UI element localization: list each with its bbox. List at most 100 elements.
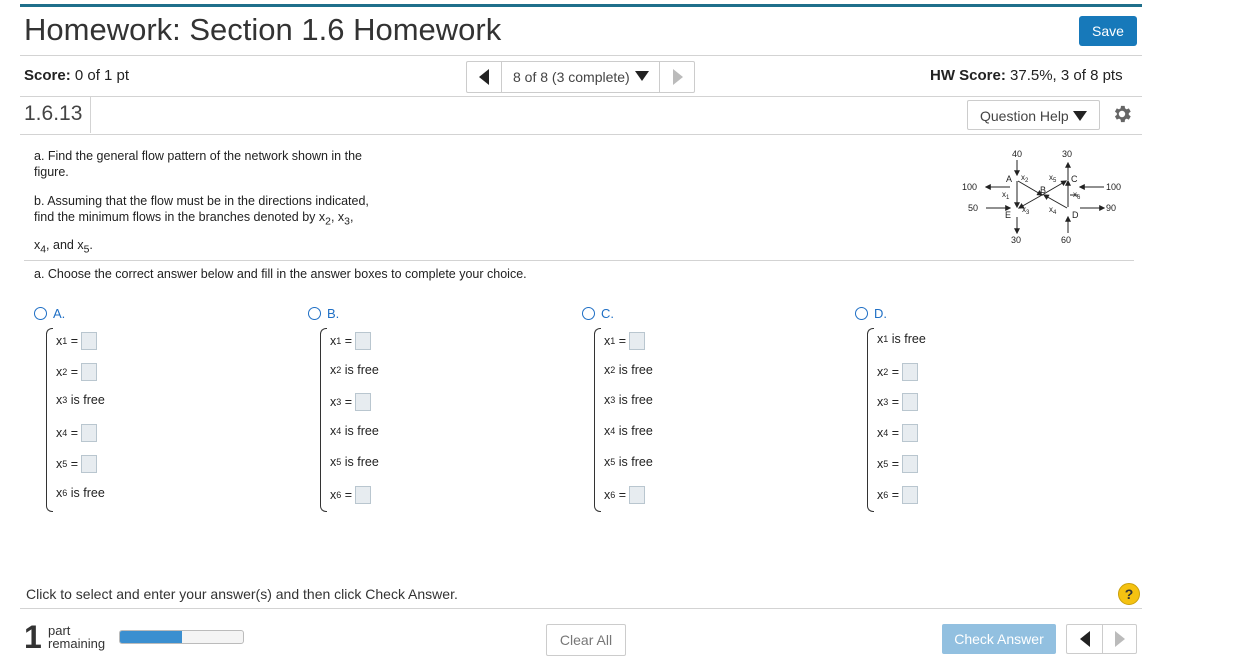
answer-input-box[interactable] <box>902 393 919 411</box>
answer-input-box[interactable] <box>81 424 98 442</box>
equation-row: x1 is free <box>877 332 926 346</box>
answer-input-box[interactable] <box>355 393 372 411</box>
equation-row: x2 = <box>877 363 919 381</box>
option-letter: C. <box>601 306 614 321</box>
question-select-label[interactable]: 8 of 8 (3 complete) <box>513 69 630 85</box>
next-question-button[interactable] <box>659 62 695 92</box>
equation-row: x1 = <box>56 332 98 350</box>
svg-text:x2: x2 <box>1021 173 1029 184</box>
equation-row: x1 = <box>330 332 372 350</box>
question-help-label: Question Help <box>980 108 1069 124</box>
save-button[interactable]: Save <box>1079 16 1137 46</box>
problem-text: figure. <box>34 165 69 179</box>
divider <box>24 260 1134 261</box>
next-question-button[interactable] <box>1103 625 1137 653</box>
caret-down-icon[interactable] <box>635 71 649 81</box>
answer-input-box[interactable] <box>629 332 646 350</box>
system-brace <box>46 328 53 512</box>
option-letter: D. <box>874 306 887 321</box>
answer-input-box[interactable] <box>902 363 919 381</box>
answer-input-box[interactable] <box>81 332 98 350</box>
equation-text: = <box>341 334 353 348</box>
answer-input-box[interactable] <box>355 486 372 504</box>
equation-text: is free <box>341 455 379 469</box>
equation-row: x3 is free <box>56 393 105 407</box>
equation-row: x2 = <box>56 363 98 381</box>
help-icon[interactable]: ? <box>1118 583 1140 605</box>
equation-row: x4 is free <box>604 424 653 438</box>
equation-text: = <box>341 488 353 502</box>
score-value: 0 of 1 pt <box>74 67 130 84</box>
equation-row: x5 is free <box>604 455 653 469</box>
equation-text: is free <box>615 393 653 407</box>
triangle-left-icon <box>1079 631 1090 647</box>
problem-part-a: a. Find the general flow pattern of the … <box>34 148 362 180</box>
equation-text: = <box>888 365 900 379</box>
equation-row: x3 = <box>877 393 919 411</box>
answer-input-box[interactable] <box>902 486 919 504</box>
equation-text: = <box>67 334 79 348</box>
question-number: 1.6.13 <box>24 102 83 125</box>
check-answer-button[interactable]: Check Answer <box>942 624 1056 654</box>
score-label: Score: <box>24 67 71 84</box>
divider <box>90 97 91 133</box>
divider <box>20 96 1142 97</box>
previous-question-button[interactable] <box>1067 625 1103 653</box>
equation-row: x4 = <box>877 424 919 442</box>
equation-row: x3 = <box>330 393 372 411</box>
answer-input-box[interactable] <box>355 332 372 350</box>
equation-row: x5 is free <box>330 455 379 469</box>
previous-question-button[interactable] <box>467 62 502 92</box>
option-letter: A. <box>53 306 66 321</box>
caret-down-icon <box>1073 111 1087 121</box>
parts-remaining-label: part remaining <box>48 624 105 650</box>
radio-button[interactable] <box>34 307 47 320</box>
equation-row: x3 is free <box>604 393 653 407</box>
equation-row: x5 = <box>877 455 919 473</box>
answer-input-box[interactable] <box>902 424 919 442</box>
problem-text: b. Assuming that the flow must be in the… <box>34 194 369 208</box>
hw-score: HW Score: 37.5%, 3 of 8 pts <box>930 67 1123 84</box>
divider <box>20 134 1142 135</box>
radio-button[interactable] <box>308 307 321 320</box>
node-label: E <box>1005 210 1011 220</box>
svg-text:x1: x1 <box>1002 190 1010 201</box>
answer-input-box[interactable] <box>81 455 98 473</box>
equation-row: x2 is free <box>604 363 653 377</box>
svg-text:x6: x6 <box>1073 190 1081 201</box>
svg-text:x5: x5 <box>1049 173 1057 184</box>
footer-navigator <box>1066 624 1137 654</box>
equation-text: is free <box>341 363 379 377</box>
footer-instruction: Click to select and enter your answer(s)… <box>26 586 458 602</box>
option-a[interactable]: A. <box>34 306 65 321</box>
answer-input-box[interactable] <box>629 486 646 504</box>
triangle-left-icon <box>479 69 489 85</box>
problem-part-b: b. Assuming that the flow must be in the… <box>34 194 369 255</box>
equation-text: is free <box>888 332 926 346</box>
option-d[interactable]: D. <box>855 306 887 321</box>
equation-text: = <box>67 457 79 471</box>
option-b[interactable]: B. <box>308 306 339 321</box>
radio-button[interactable] <box>855 307 868 320</box>
hw-score-value: 37.5%, 3 of 8 pts <box>1010 67 1123 84</box>
gear-icon[interactable] <box>1111 103 1133 125</box>
answer-input-box[interactable] <box>81 363 98 381</box>
equation-row: x6 is free <box>56 486 105 500</box>
problem-text: a. Find the general flow pattern of the … <box>34 149 362 163</box>
figure-label: 30 <box>1062 149 1072 159</box>
problem-text: find the minimum flows in the branches d… <box>34 210 326 224</box>
figure-label: 90 <box>1106 203 1116 213</box>
radio-button[interactable] <box>582 307 595 320</box>
option-c[interactable]: C. <box>582 306 614 321</box>
equation-row: x6 = <box>604 486 646 504</box>
figure-label: 60 <box>1061 235 1071 245</box>
figure-label: 100 <box>962 182 977 192</box>
node-label: D <box>1072 210 1079 220</box>
parts-label-line: remaining <box>48 636 106 651</box>
parts-remaining-count: 1 <box>24 619 42 655</box>
question-navigator: 8 of 8 (3 complete) <box>466 61 695 93</box>
answer-input-box[interactable] <box>902 455 919 473</box>
question-help-dropdown[interactable]: Question Help <box>967 100 1100 130</box>
clear-all-button[interactable]: Clear All <box>546 624 626 656</box>
figure-label: 100 <box>1106 182 1121 192</box>
